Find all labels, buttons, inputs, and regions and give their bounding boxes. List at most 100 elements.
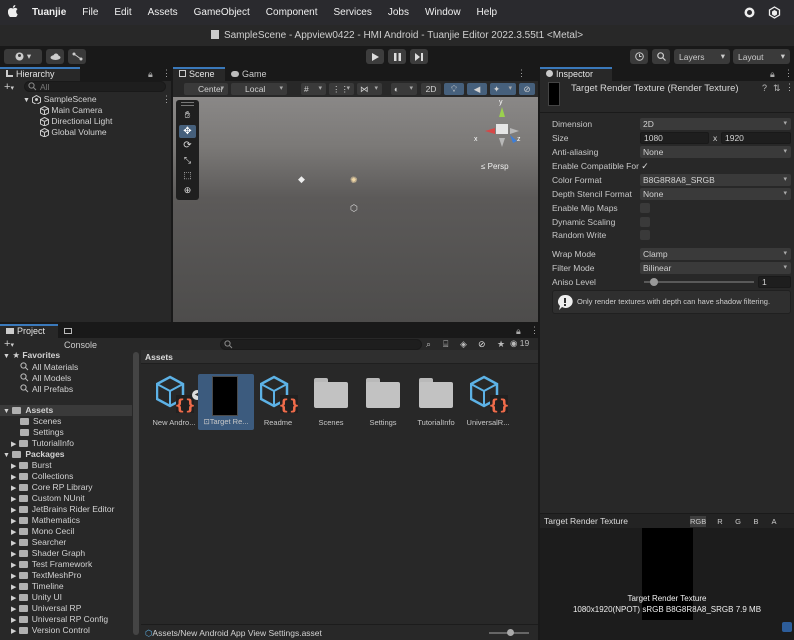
create-asset-button[interactable]: +▾ <box>4 338 14 350</box>
lighting-toggle[interactable]: 💡︎ <box>444 83 464 95</box>
tree-package-item[interactable]: ▶ Searcher <box>11 537 66 548</box>
increment-snap-dropdown[interactable]: ⋮⋮ ▾ <box>329 83 354 95</box>
search-button[interactable] <box>652 49 670 64</box>
tree-scene-sample[interactable]: ▼ SampleScene <box>23 94 97 105</box>
menu-edit[interactable]: Edit <box>106 7 139 18</box>
panel-menu-icon[interactable]: ⋮ <box>530 325 539 336</box>
channel-rgb-button[interactable]: RGB <box>690 516 706 527</box>
projection-toggle[interactable]: ≤ Persp <box>481 162 509 171</box>
tree-package-item[interactable]: ▶ Test Framework <box>11 559 92 570</box>
scene-menu-icon[interactable]: ⋮ <box>162 94 171 105</box>
lock-icon[interactable]: 🔒︎ <box>770 69 775 80</box>
tree-folder-scenes[interactable]: Scenes <box>20 416 61 427</box>
enable-compatible-checkbox[interactable]: ✓ <box>640 161 650 171</box>
tree-package-item[interactable]: ▶ Unity UI <box>11 592 62 603</box>
app-menu[interactable]: Tuanjie <box>26 7 74 18</box>
project-search-input[interactable] <box>220 339 422 350</box>
panel-menu-icon[interactable]: ⋮ <box>517 68 526 79</box>
menu-gameobject[interactable]: GameObject <box>186 7 258 18</box>
help-icon[interactable]: ? <box>762 83 767 93</box>
tree-package-item[interactable]: ▶ Universal RP Config <box>11 614 108 625</box>
rotate-tool-button[interactable]: ⟳ <box>179 140 196 153</box>
tree-package-item[interactable]: ▶ JetBrains Rider Editor <box>11 504 114 515</box>
channel-b-button[interactable]: B <box>748 516 764 527</box>
dimension-dropdown[interactable]: 2D ▾ <box>640 118 791 130</box>
component-menu-icon[interactable]: ⋮ <box>785 82 794 93</box>
anti-aliasing-dropdown[interactable]: None ▾ <box>640 146 791 158</box>
channel-r-button[interactable]: R <box>712 516 728 527</box>
apple-icon[interactable] <box>0 5 26 20</box>
tree-item-main-camera[interactable]: Main Camera <box>40 105 102 116</box>
pause-button[interactable] <box>388 49 406 64</box>
menu-services[interactable]: Services <box>325 7 379 18</box>
hidden-toggle[interactable]: ⊘ <box>519 83 535 95</box>
volume-gizmo-icon[interactable]: ⬡ <box>350 203 358 214</box>
search-by-label-icon[interactable]: ⌸ <box>443 339 448 350</box>
scale-tool-button[interactable]: ⤡ <box>179 155 196 168</box>
wrap-mode-dropdown[interactable]: Clamp ▾ <box>640 248 791 260</box>
collab-button[interactable] <box>68 49 86 64</box>
tree-folder-settings[interactable]: Settings <box>20 427 64 438</box>
panel-menu-icon[interactable]: ⋮ <box>162 68 171 79</box>
snap-settings-dropdown[interactable]: ⋈ ▾ <box>357 83 382 95</box>
hierarchy-search-input[interactable]: All <box>24 81 166 92</box>
hidden-packages-count[interactable]: ◉ 19 <box>510 338 529 349</box>
menu-file[interactable]: File <box>74 7 106 18</box>
channel-a-button[interactable]: A <box>766 516 782 527</box>
tree-package-item[interactable]: ▶ Timeline <box>11 581 64 592</box>
menu-help[interactable]: Help <box>469 7 506 18</box>
audio-toggle[interactable]: ◀ <box>467 83 487 95</box>
aniso-level-field[interactable]: 1 <box>758 276 791 288</box>
tree-package-item[interactable]: ▶ Mono Cecil <box>11 526 74 537</box>
cloud-button[interactable] <box>46 49 64 64</box>
size-height-field[interactable]: 1920 <box>721 132 791 144</box>
breadcrumb[interactable]: Assets <box>145 352 173 362</box>
tab-inspector[interactable]: Inspector <box>540 67 612 81</box>
play-button[interactable] <box>366 49 384 64</box>
tree-item-directional-light[interactable]: Directional Light <box>40 116 112 127</box>
tree-item-global-volume[interactable]: Global Volume <box>40 127 107 138</box>
tree-assets-root[interactable]: ▼ Assets <box>0 405 132 416</box>
scene-viewport[interactable]: ✋︎ ✥ ⟳ ⤡ ⬚ ⊕ y x z ≤ Persp ◆ ✺ ⬡ <box>173 97 538 322</box>
lock-icon[interactable]: 🔒︎ <box>516 326 521 337</box>
folder-tree-scrollbar[interactable] <box>133 352 139 635</box>
layers-dropdown[interactable]: Layers ▾ <box>674 49 730 64</box>
account-dropdown[interactable]: ▾ <box>4 49 42 64</box>
aniso-slider-handle[interactable] <box>650 278 658 286</box>
move-tool-button[interactable]: ✥ <box>179 125 196 138</box>
random-write-checkbox[interactable] <box>640 230 650 240</box>
pivot-center-dropdown[interactable]: Center ▾ <box>184 83 228 95</box>
icon-size-slider-handle[interactable] <box>507 629 514 636</box>
rect-tool-button[interactable]: ⬚ <box>179 170 196 183</box>
orientation-gizmo[interactable]: y x z <box>474 99 527 151</box>
tree-package-item[interactable]: ▶ Universal RP <box>11 603 81 614</box>
tree-package-item[interactable]: ▶ Shader Graph <box>11 548 85 559</box>
tuanjie-logo-icon[interactable] <box>768 6 781 21</box>
color-format-dropdown[interactable]: B8G8R8A8_SRGB ▾ <box>640 174 791 186</box>
panel-menu-icon[interactable]: ⋮ <box>784 68 793 79</box>
search-by-type-icon[interactable]: ⌕ <box>426 339 431 350</box>
fav-all-materials[interactable]: All Materials <box>20 362 78 373</box>
tab-hierarchy[interactable]: Hierarchy <box>0 67 80 81</box>
history-button[interactable] <box>630 49 648 64</box>
tree-packages-root[interactable]: ▼ Packages <box>3 449 65 460</box>
channel-g-button[interactable]: G <box>730 516 746 527</box>
tab-console[interactable]: Console <box>58 324 110 350</box>
fav-all-models[interactable]: All Models <box>20 373 71 384</box>
hand-tool-button[interactable]: ✋︎ <box>179 110 196 123</box>
tab-scene[interactable]: Scene <box>173 67 225 81</box>
camera-gizmo-icon[interactable]: ◆ <box>298 174 305 185</box>
palette-grip-icon[interactable] <box>181 102 194 106</box>
star-favorite-icon[interactable]: ★ <box>497 339 505 350</box>
tree-package-item[interactable]: ▶ Mathematics <box>11 515 80 526</box>
pivot-local-dropdown[interactable]: Local ▾ <box>231 83 287 95</box>
presets-icon[interactable]: ⇅ <box>773 83 781 94</box>
aniso-slider-track[interactable] <box>644 281 754 283</box>
fav-all-prefabs[interactable]: All Prefabs <box>20 384 73 395</box>
depth-stencil-dropdown[interactable]: None ▾ <box>640 188 791 200</box>
tree-package-item[interactable]: ▶ Burst <box>11 460 52 471</box>
tree-favorites[interactable]: ▼ ★ Favorites <box>3 350 60 361</box>
asset-label-tag-icon[interactable] <box>782 622 792 632</box>
package-visibility-icon[interactable]: ⊘ <box>478 339 486 350</box>
tree-package-item[interactable]: ▶ TextMeshPro <box>11 570 81 581</box>
